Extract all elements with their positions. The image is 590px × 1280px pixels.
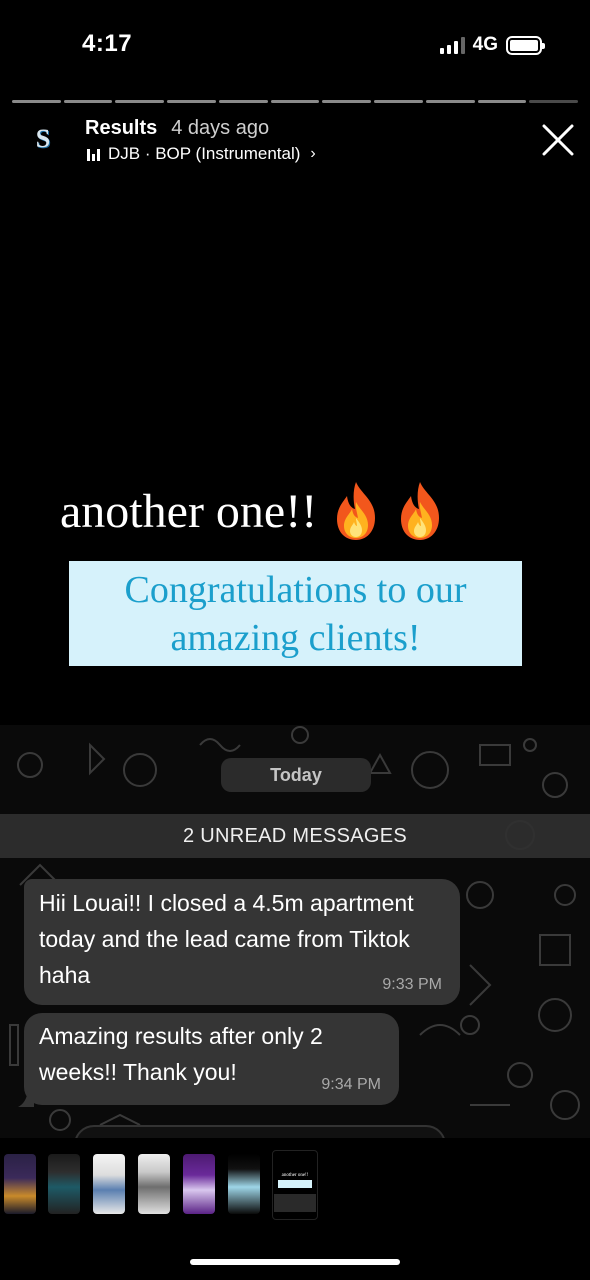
chevron-right-icon: › [310, 145, 316, 162]
network-type: 4G [472, 34, 498, 55]
message-bubble: Amazing results after only 2 weeks!! Tha… [24, 1013, 399, 1105]
story-headline: another one!! [60, 480, 540, 542]
chat-screenshot: Today 2 UNREAD MESSAGES Hii Louai!! I cl… [0, 725, 590, 1138]
progress-segment [167, 100, 216, 103]
message-text: Amazing results after only 2 weeks!! Tha… [39, 1023, 323, 1085]
congrats-text: Congratulations to our amazing clients! [124, 568, 467, 659]
story-header: S Results 4 days ago DJB · BOP (Instrume… [0, 112, 590, 172]
status-bar: 4:17 4G [0, 0, 590, 90]
story-timestamp: 4 days ago [171, 117, 270, 139]
progress-segment [63, 100, 113, 103]
account-logo: S [35, 124, 51, 153]
close-icon[interactable] [540, 122, 576, 158]
story-thumbnail-strip: another one!! [0, 1150, 590, 1220]
progress-segment [115, 100, 165, 103]
story-title-row: Results 4 days ago [85, 117, 269, 140]
message-time: 9:34 PM [321, 1076, 381, 1093]
thumbnail-headline: another one!! [281, 1173, 309, 1178]
message-input-edge [74, 1125, 446, 1138]
fire-icon [401, 482, 440, 540]
music-label: DJB · BOP (Instrumental) [108, 144, 301, 163]
status-icons: 4G [439, 34, 545, 56]
story-progress-bar [12, 100, 579, 103]
headline-text: another one!! [60, 484, 318, 538]
date-separator: Today [221, 758, 371, 792]
story-thumbnail[interactable] [183, 1154, 215, 1214]
music-bars-icon [87, 148, 100, 161]
home-indicator[interactable] [190, 1259, 400, 1265]
story-thumbnail[interactable] [93, 1154, 125, 1214]
battery-icon [506, 35, 545, 55]
music-link[interactable]: DJB · BOP (Instrumental) › [87, 144, 316, 164]
thumbnail-banner [278, 1180, 312, 1188]
progress-segment [322, 100, 372, 103]
message-time: 9:33 PM [382, 976, 442, 993]
progress-segment [218, 100, 268, 103]
story-thumbnail[interactable] [228, 1154, 260, 1214]
story-thumbnail-current[interactable]: another one!! [272, 1150, 318, 1220]
progress-segment [12, 100, 61, 103]
progress-segment [529, 100, 579, 103]
thumbnail-chat [274, 1194, 316, 1212]
story-thumbnail[interactable] [138, 1154, 170, 1214]
story-thumbnail[interactable] [4, 1154, 36, 1214]
progress-segment [425, 100, 475, 103]
status-time: 4:17 [82, 30, 133, 57]
progress-segment [477, 100, 527, 103]
unread-messages-banner: 2 UNREAD MESSAGES [0, 814, 590, 858]
progress-segment [374, 100, 423, 103]
congrats-banner: Congratulations to our amazing clients! [69, 561, 522, 666]
story-title[interactable]: Results [85, 117, 157, 140]
bubble-tail [18, 1091, 34, 1107]
account-avatar[interactable]: S [24, 120, 62, 158]
fire-icon [337, 482, 376, 540]
progress-segment [270, 100, 320, 103]
story-thumbnail[interactable] [48, 1154, 80, 1214]
message-bubble: Hii Louai!! I closed a 4.5m apartment to… [24, 879, 460, 1005]
signal-icon [439, 36, 465, 54]
